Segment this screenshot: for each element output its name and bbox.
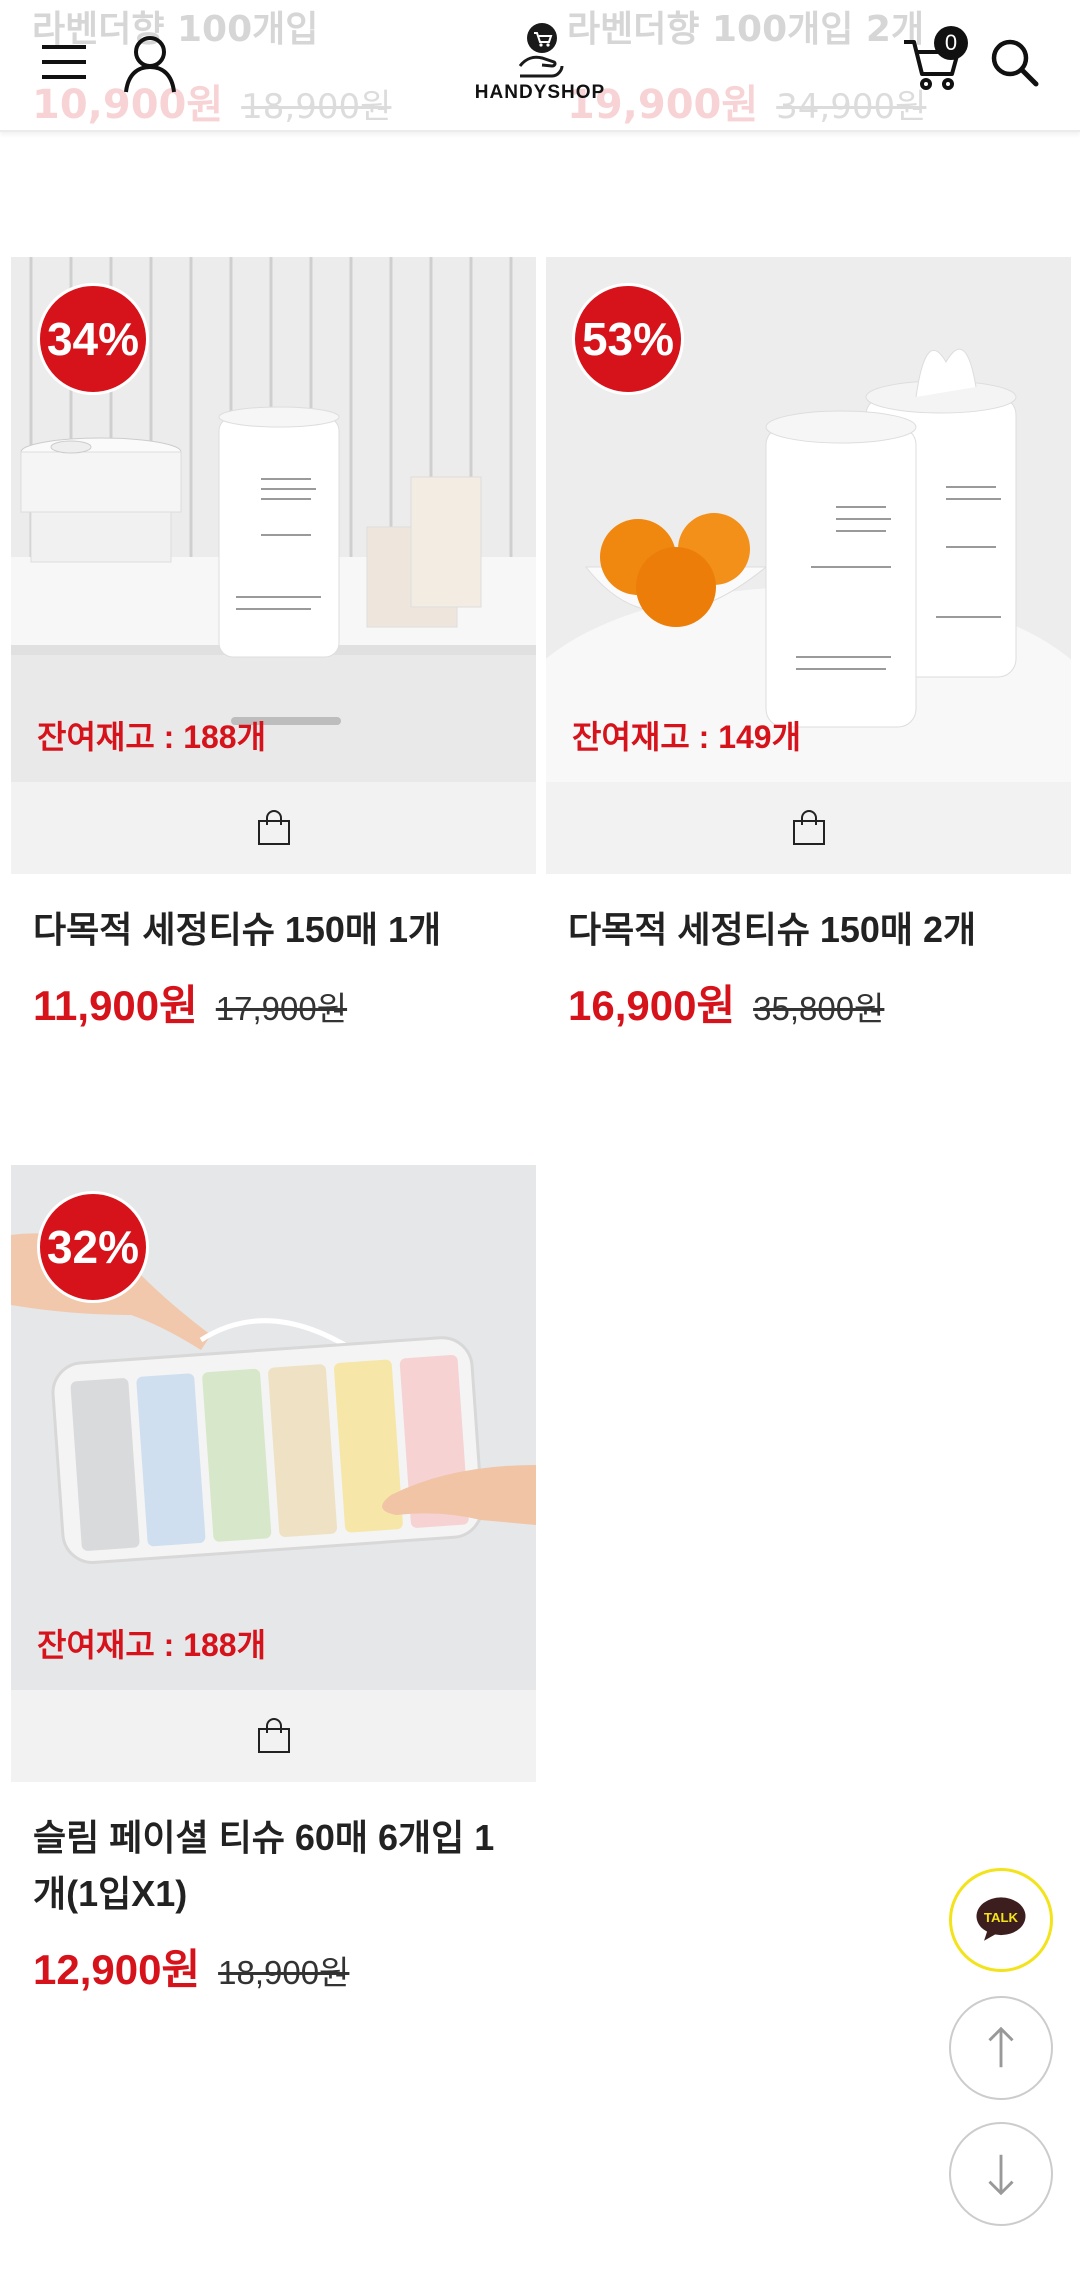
search-icon[interactable]: [990, 38, 1040, 88]
discount-badge: 53%: [572, 283, 684, 395]
talk-icon: TALK: [976, 1897, 1026, 1941]
price-row: 16,900원 35,800원: [546, 958, 1071, 1033]
behind-original-price: 18,900원: [241, 87, 392, 127]
discount-badge: 32%: [37, 1191, 149, 1303]
sale-price: 12,900원: [33, 1946, 201, 1993]
shopping-bag-icon: [792, 810, 825, 845]
product-image[interactable]: 34% 잔여재고 : 188개: [11, 257, 536, 782]
cart-count-badge: 0: [934, 26, 968, 60]
scroll-bottom-button[interactable]: [949, 2122, 1053, 2226]
stock-label: 잔여재고 : 188개: [37, 1627, 267, 1663]
logo[interactable]: HANDYSHOP: [470, 22, 610, 112]
header: 라벤더향 100개입 10,900원 18,900원 라벤더향 100개입 2개 …: [0, 0, 1080, 132]
menu-icon[interactable]: [40, 42, 88, 82]
add-to-cart-button[interactable]: [11, 782, 536, 874]
brand-name: HANDYSHOP: [474, 82, 606, 103]
sale-price: 16,900원: [568, 982, 736, 1029]
shopping-bag-icon: [257, 810, 290, 845]
stock-label: 잔여재고 : 188개: [37, 719, 267, 755]
stock-label: 잔여재고 : 149개: [572, 719, 802, 755]
arrow-down-icon: [988, 2154, 1014, 2196]
logo-icon: [518, 23, 564, 78]
behind-original-price: 34,900원: [776, 87, 927, 127]
product-card[interactable]: 34% 잔여재고 : 188개 다목적 세정티슈 150매 1개 11,900원…: [11, 257, 536, 1033]
user-icon[interactable]: [122, 34, 178, 94]
kakao-talk-button[interactable]: TALK: [949, 1868, 1053, 1972]
scroll-top-button[interactable]: [949, 1996, 1053, 2100]
add-to-cart-button[interactable]: [11, 1690, 536, 1782]
original-price: 17,900원: [215, 990, 348, 1027]
product-title[interactable]: 슬림 페이셜 티슈 60매 6개입 1개(1입X1): [11, 1782, 536, 1922]
original-price: 35,800원: [753, 990, 885, 1027]
original-price: 18,900원: [218, 1954, 350, 1991]
sale-price: 11,900원: [33, 982, 198, 1029]
behind-product-prices: 19,900원 34,900원: [567, 72, 926, 130]
talk-label: TALK: [984, 1910, 1019, 1925]
arrow-up-icon: [988, 2026, 1014, 2068]
product-card[interactable]: 53% 잔여재고 : 149개 다목적 세정티슈 150매 2개 16,900원…: [546, 257, 1071, 1033]
add-to-cart-button[interactable]: [546, 782, 1071, 874]
product-image[interactable]: 32% 잔여재고 : 188개: [11, 1165, 536, 1690]
shopping-bag-icon: [257, 1718, 290, 1753]
product-image[interactable]: 53% 잔여재고 : 149개: [546, 257, 1071, 782]
product-title[interactable]: 다목적 세정티슈 150매 1개: [11, 874, 536, 958]
price-row: 11,900원 17,900원: [11, 958, 536, 1033]
discount-badge: 34%: [37, 283, 149, 395]
behind-title-text: 라벤더향 100개입 2개: [567, 9, 925, 50]
product-card[interactable]: 32% 잔여재고 : 188개 슬림 페이셜 티슈 60매 6개입 1개(1입X…: [11, 1165, 536, 1997]
price-row: 12,900원 18,900원: [11, 1922, 536, 1997]
product-title[interactable]: 다목적 세정티슈 150매 2개: [546, 874, 1071, 958]
behind-product-title: 라벤더향 100개입 2개: [567, 0, 924, 52]
